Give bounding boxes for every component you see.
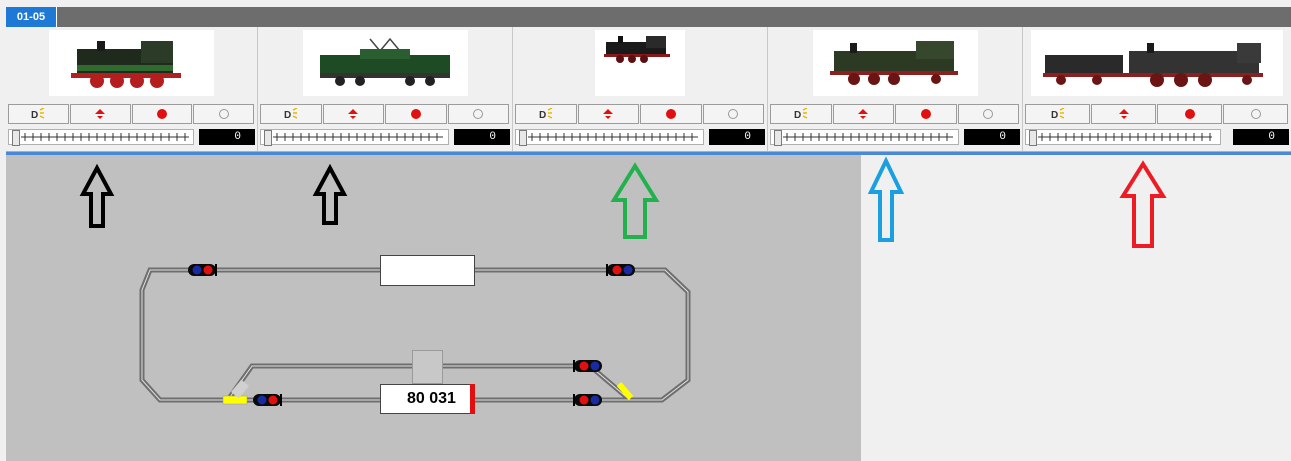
signal-icon: [606, 264, 635, 276]
track-block-occupied[interactable]: 80 031: [380, 384, 475, 414]
block-loco-label: 80 031: [407, 390, 456, 407]
signal-icon: [573, 360, 602, 372]
track-layout: [139, 264, 691, 406]
app-window: 01-05 D 0 D 0 D 0 D 0 D 0 80 031: [0, 0, 1291, 461]
block-direction-marker: [470, 384, 475, 414]
signal-icon: [188, 264, 217, 276]
switch-selected-left: [222, 395, 248, 405]
signal-icon: [253, 394, 282, 406]
signal-icon: [573, 394, 602, 406]
track-block-siding[interactable]: [412, 350, 443, 384]
track-block-top[interactable]: [380, 255, 475, 286]
